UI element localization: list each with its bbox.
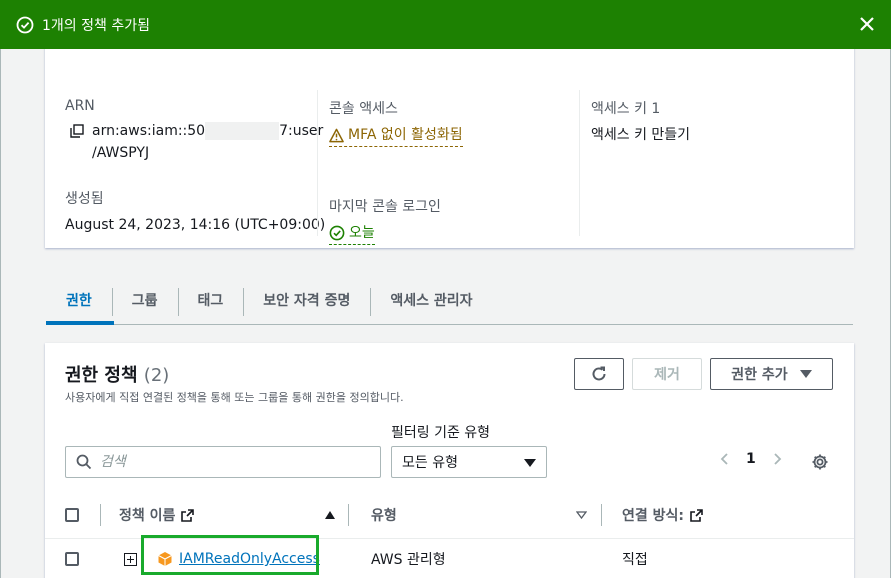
arn-column: ARN arn:aws:iam::50 7:user /AWSPYJ 생성됨 Au… [65,98,325,236]
select-all-checkbox[interactable] [65,508,79,522]
flash-message: 1개의 정책 추가됨 [42,17,150,34]
add-permissions-label: 권한 추가 [731,367,788,383]
created-label: 생성됨 [65,191,104,207]
refresh-icon [592,366,606,381]
policy-count: (2) [143,365,170,386]
sort-icon[interactable] [576,511,587,519]
create-access-key-link[interactable]: 액세스 키 만들기 [591,124,690,146]
arn-line2: /AWSPYJ [92,145,150,161]
column-divider [100,504,101,526]
last-login-value: 오늘 [349,224,375,241]
gear-icon[interactable] [811,453,829,471]
filter-type-select[interactable]: 모든 유형 [391,446,547,478]
type-header[interactable]: 유형 [371,491,397,539]
add-permissions-button[interactable]: 권한 추가 [710,358,833,390]
sort-ascending-icon[interactable] [325,511,335,519]
arn-prefix: arn:aws:iam::50 [92,123,206,139]
tab-security-credentials[interactable]: 보안 자격 증명 [243,286,370,316]
summary-container: 요약 ARN arn:aws:iam::507:user /AWSPYJ 생성됨… [45,40,854,248]
permissions-policies-container: 권한 정책 (2) 사용자에게 직접 연결된 정책을 통해 또는 그룹을 통해 … [45,343,854,578]
search-field[interactable] [65,446,381,478]
search-icon [76,454,92,470]
policy-name-header-label: 정책 이름 [119,508,176,524]
console-access-status[interactable]: MFA 없이 활성화됨 [329,124,463,147]
tab-permissions[interactable]: 권한 [46,286,112,316]
caret-down-icon [799,370,812,378]
chevron-right-icon[interactable] [770,452,784,466]
type-header-label: 유형 [371,508,397,524]
policy-type: AWS 관리형 [371,552,446,568]
arn-value: arn:aws:iam::50 7:user /AWSPYJ [65,120,325,164]
column-divider [601,504,602,526]
warning-icon [329,128,344,142]
check-circle-icon [16,16,34,33]
row-checkbox[interactable] [65,552,79,566]
remove-button[interactable]: 제거 [632,358,702,390]
arn-label: ARN [65,98,95,114]
close-icon[interactable] [857,14,877,34]
permissions-title-text: 권한 정책 [65,365,138,386]
access-key-label: 액세스 키 1 [591,101,661,117]
created-value: August 24, 2023, 14:16 (UTC+09:00) [65,217,326,233]
access-key-column: 액세스 키 1 액세스 키 만들기 [591,98,690,146]
caret-down-icon [524,459,536,467]
filter-type-value: 모든 유형 [402,455,458,471]
console-access-label: 콘솔 액세스 [329,101,398,117]
active-tab-indicator [46,321,114,325]
table-header: 정책 이름 유형 연결 방식: [45,491,854,539]
tab-tags[interactable]: 태그 [177,286,244,316]
permissions-title: 권한 정책 (2) [65,361,169,387]
frame-border [0,49,1,578]
column-divider [579,90,580,236]
success-flash-bar: 1개의 정책 추가됨 [0,0,891,49]
permissions-description: 사용자에게 직접 연결된 정책을 통해 또는 그룹을 통해 권한을 정의합니다. [65,391,404,404]
check-circle-icon [329,225,345,240]
last-login-status[interactable]: 오늘 [329,222,375,245]
copy-icon[interactable] [70,124,84,138]
tab-bar: 권한 그룹 태그 보안 자격 증명 액세스 관리자 [46,278,853,325]
highlight-box [141,535,319,575]
redacted-block [205,122,280,140]
attached-via-header-label: 연결 방식: [622,508,684,524]
page-number[interactable]: 1 [746,451,756,467]
tab-access-advisor[interactable]: 액세스 관리자 [370,286,492,316]
expand-row-icon[interactable] [124,552,137,566]
external-link-icon[interactable] [181,508,195,522]
filter-type-label: 필터링 기준 유형 [391,425,491,441]
attached-via-header[interactable]: 연결 방식: [622,491,703,539]
last-login-label: 마지막 콘솔 로그인 [329,198,441,215]
column-divider [317,90,318,236]
console-column: 콘솔 액세스 MFA 없이 활성화됨 마지막 콘솔 로그인 오늘 [329,98,463,248]
chevron-left-icon[interactable] [718,452,732,466]
column-divider [348,504,349,526]
search-input[interactable] [100,454,360,470]
policy-attached-via: 직접 [622,552,648,568]
refresh-button[interactable] [574,358,624,390]
policy-name-header[interactable]: 정책 이름 [119,491,195,539]
console-access-value: MFA 없이 활성화됨 [348,127,463,143]
tab-groups[interactable]: 그룹 [111,286,178,316]
pagination: 1 [718,451,784,467]
external-link-icon[interactable] [690,508,703,522]
